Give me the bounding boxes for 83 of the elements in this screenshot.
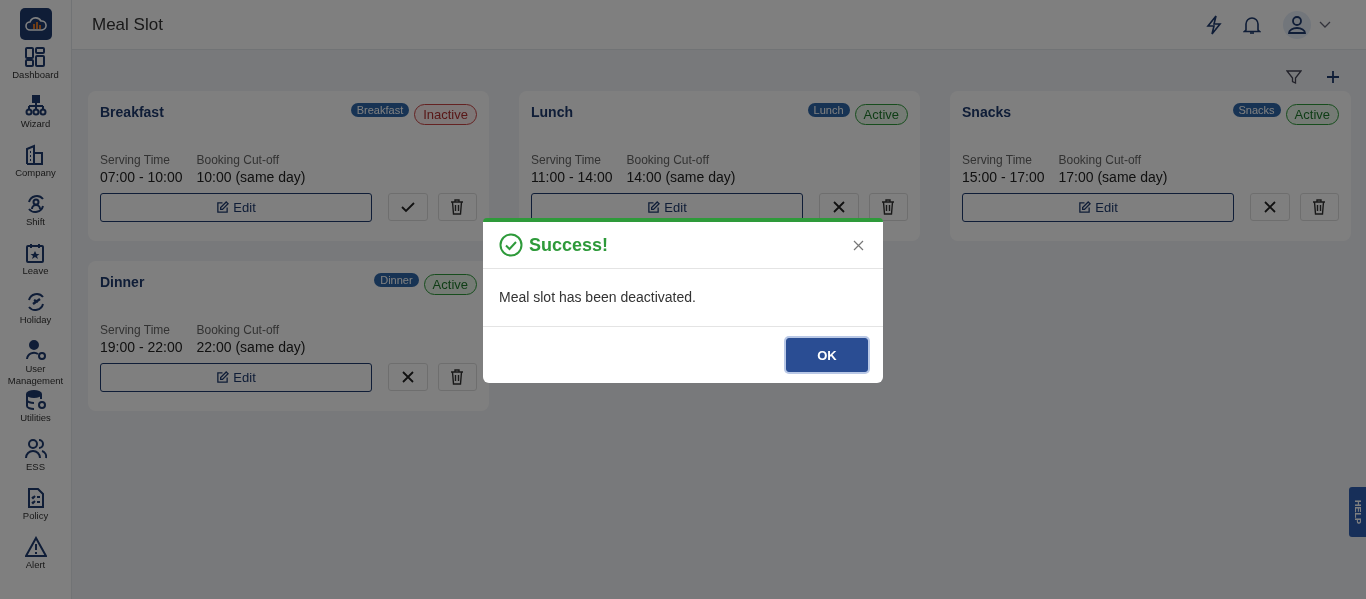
user-gear-icon — [24, 340, 47, 362]
dashboard-icon — [24, 46, 47, 68]
sidebar-item[interactable]: Shift — [24, 193, 47, 242]
activate-button[interactable] — [388, 193, 428, 221]
user-avatar[interactable] — [1283, 10, 1311, 39]
filter-icon[interactable] — [1286, 69, 1302, 85]
field-label: Serving Time — [100, 153, 172, 167]
field-value: 15:00 - 17:00 — [962, 169, 1045, 185]
card-title: Breakfast — [100, 104, 164, 120]
check-circle-icon — [499, 233, 523, 257]
page-title: Meal Slot — [92, 14, 163, 35]
edit-icon — [1078, 201, 1092, 214]
users-icon — [24, 438, 47, 460]
calendar-icon — [24, 242, 47, 264]
delete-button[interactable] — [868, 193, 908, 221]
status-badge: Inactive — [414, 104, 477, 125]
field-value: 11:00 - 14:00 — [531, 169, 613, 185]
field-value: 10:00 (same day) — [196, 169, 306, 185]
field-label: Booking Cut-off — [626, 153, 710, 167]
field-label: Serving Time — [962, 153, 1034, 167]
deactivate-button[interactable] — [388, 363, 428, 391]
sidebar-item[interactable]: ESS — [24, 438, 47, 487]
close-icon — [832, 201, 845, 213]
add-icon[interactable] — [1326, 70, 1340, 84]
delete-button[interactable] — [1299, 193, 1339, 221]
field-value: 14:00 (same day) — [626, 169, 736, 185]
sidebar-item[interactable]: Company — [15, 144, 56, 193]
sidebar-item[interactable]: Leave — [22, 242, 49, 291]
edit-icon — [647, 201, 661, 214]
edit-button[interactable]: Edit — [962, 193, 1235, 222]
status-badge: Active — [854, 104, 908, 125]
bell-icon[interactable] — [1243, 14, 1261, 35]
close-icon[interactable] — [853, 239, 864, 251]
card-title: Dinner — [100, 274, 145, 290]
meal-tag: Lunch — [807, 103, 850, 117]
help-tab[interactable]: HELP — [1349, 487, 1366, 537]
sidebar-item[interactable]: Utilities — [20, 389, 51, 438]
field-label: Booking Cut-off — [196, 323, 280, 337]
deactivate-button[interactable] — [819, 193, 859, 221]
hierarchy-icon — [24, 95, 47, 117]
dialog-message: Meal slot has been deactivated. — [499, 289, 696, 305]
delete-button[interactable] — [437, 363, 477, 391]
field-label: Booking Cut-off — [196, 153, 280, 167]
trash-icon — [450, 199, 465, 215]
trash-icon — [450, 369, 465, 385]
edit-icon — [216, 371, 230, 384]
check-icon — [400, 201, 415, 213]
sidebar-item[interactable]: Policy — [22, 487, 49, 536]
status-badge: Active — [423, 274, 477, 295]
database-gear-icon — [24, 389, 47, 411]
field-label: Serving Time — [100, 323, 172, 337]
edit-icon — [216, 201, 230, 214]
trash-icon — [881, 199, 896, 215]
field-value: 17:00 (same day) — [1058, 169, 1168, 185]
meal-tag: Dinner — [374, 273, 419, 287]
deactivate-button[interactable] — [1250, 193, 1290, 221]
meal-tag: Breakfast — [350, 103, 410, 117]
close-icon — [401, 371, 414, 383]
lightning-icon[interactable] — [1205, 14, 1223, 35]
logo-icon[interactable] — [19, 8, 52, 40]
card-title: Snacks — [962, 104, 1012, 120]
sidebar-item[interactable]: Wizard — [20, 95, 51, 144]
meal-tag: Snacks — [1232, 103, 1281, 117]
close-icon — [1263, 201, 1276, 213]
edit-button[interactable]: Edit — [100, 193, 373, 222]
ok-button[interactable]: OK — [786, 338, 868, 372]
field-value: 19:00 - 22:00 — [100, 339, 183, 355]
edit-button[interactable]: Edit — [100, 363, 373, 392]
field-value: 07:00 - 10:00 — [100, 169, 183, 185]
warning-icon — [24, 536, 47, 558]
delete-button[interactable] — [437, 193, 477, 221]
field-value: 22:00 (same day) — [196, 339, 306, 355]
field-label: Serving Time — [531, 153, 603, 167]
card-title: Lunch — [531, 104, 573, 120]
sidebar-item[interactable]: Holiday — [19, 291, 52, 340]
sidebar-item[interactable]: User Management — [0, 340, 71, 389]
sidebar-item[interactable]: Dashboard — [12, 46, 59, 95]
field-label: Booking Cut-off — [1058, 153, 1142, 167]
sidebar-item[interactable]: Alert — [24, 536, 47, 585]
status-badge: Active — [1285, 104, 1339, 125]
chevron-down-icon[interactable] — [1319, 20, 1331, 29]
trash-icon — [1312, 199, 1327, 215]
dialog-title: Success! — [529, 234, 610, 256]
